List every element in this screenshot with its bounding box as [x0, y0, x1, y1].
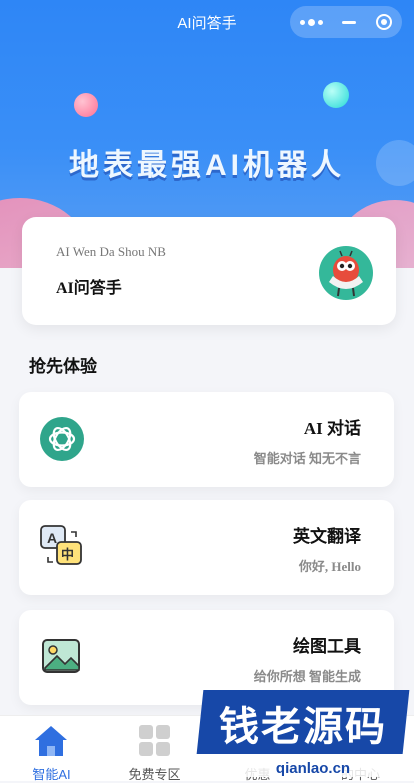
grid-icon [135, 723, 173, 759]
watermark-url: qianlao.cn [238, 760, 388, 777]
watermark-text: 钱老源码 [219, 705, 387, 749]
robot-avatar-icon [319, 246, 373, 300]
close-target-icon[interactable] [376, 14, 393, 30]
teal-ball-decoration [323, 82, 349, 108]
more-icon[interactable] [299, 18, 323, 26]
watermark: 钱老源码 qianlao.cn [192, 690, 414, 780]
svg-text:中: 中 [61, 547, 74, 563]
feature-card-translate[interactable]: A 中 英文翻译 你好, Hello [19, 500, 394, 595]
minimize-icon[interactable] [342, 20, 357, 24]
feature-desc: 智能对话 知无不言 [253, 451, 361, 466]
info-card: AI Wen Da Shou NB AI问答手 [22, 217, 396, 325]
svg-text:A: A [47, 530, 57, 546]
tab-label: 智能AI [32, 767, 71, 782]
info-card-subtitle: AI Wen Da Shou NB [56, 244, 166, 259]
translate-icon: A 中 [39, 524, 85, 570]
feature-desc: 给你所想 智能生成 [253, 669, 361, 684]
info-card-title: AI问答手 [56, 280, 122, 297]
tab-label: 免费专区 [128, 767, 181, 782]
image-icon [39, 634, 85, 680]
mini-program-capsule [290, 6, 402, 38]
hero-slogan: 地表最强AI机器人 [69, 149, 345, 182]
chatgpt-logo-icon [39, 416, 85, 462]
feature-title: 绘图工具 [293, 637, 361, 656]
tab-smart-ai[interactable]: 智能AI [0, 716, 103, 782]
pink-ball-decoration [74, 93, 98, 117]
home-icon [32, 723, 70, 759]
nav-bar: AI问答手 [0, 0, 414, 44]
feature-card-chat[interactable]: AI 对话 智能对话 知无不言 [19, 392, 394, 487]
feature-title: 英文翻译 [293, 527, 361, 546]
feature-desc: 你好, Hello [298, 559, 361, 574]
tab-free-zone[interactable]: 免费专区 [103, 716, 206, 782]
section-title: 抢先体验 [29, 357, 97, 376]
feature-title: AI 对话 [303, 419, 361, 438]
